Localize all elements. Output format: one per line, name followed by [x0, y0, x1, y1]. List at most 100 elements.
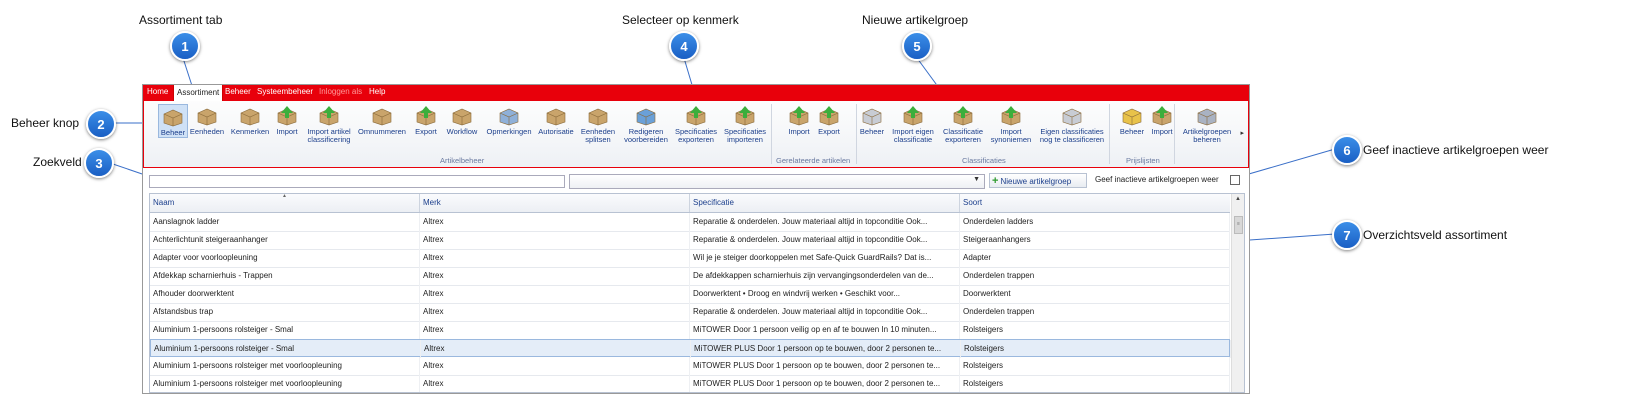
table-cell-merk: Altrex: [420, 249, 690, 267]
ribbon-button-import-eigen-classificatie[interactable]: Import eigen classificatie: [890, 104, 936, 144]
ribbon-button-import-synoniemen[interactable]: Import synoniemen: [989, 104, 1033, 144]
ribbon-button-redigeren-voorbereiden[interactable]: Redigeren voorbereiden: [622, 104, 670, 144]
column-header-specificatie[interactable]: Specificatie: [690, 194, 960, 212]
ribbon-button-specificaties-exporteren[interactable]: Specificaties exporteren: [673, 104, 719, 144]
table-cell-soort: Onderdelen trappen: [960, 267, 1230, 285]
table-cell-merk: Altrex: [420, 375, 690, 392]
search-input[interactable]: [149, 175, 565, 188]
callout-badge-3: 3: [84, 148, 114, 178]
folder-import-icon: [901, 104, 925, 126]
ribbon-button-label: Artikelgroepen beheren: [1182, 127, 1232, 144]
callout-label-3: Zoekveld: [33, 155, 82, 169]
table-row[interactable]: Afhouder doorwerktent Altrex Doorwerktent …: [150, 285, 1230, 304]
ribbon-button-label: Import eigen classificatie: [892, 127, 934, 144]
table-cell-naam: Afstandsbus trap: [150, 303, 420, 321]
table-cell-specificatie: MiTOWER PLUS Door 1 persoon op te bouwen…: [690, 357, 960, 375]
ribbon-button-label: Omnummeren: [358, 127, 406, 136]
ribbon-button-eigen-classificaties-nog-te-classificeren[interactable]: Eigen classificaties nog te classificere…: [1039, 104, 1105, 144]
scroll-thumb[interactable]: ≡: [1234, 216, 1243, 234]
table-cell-merk: Altrex: [420, 321, 690, 339]
table-cell-specificatie: Wil je je steiger doorkoppelen met Safe-…: [690, 249, 960, 267]
table-row[interactable]: Adapter voor voorloopleuning Altrex Wil je…: [150, 249, 1230, 268]
table-row[interactable]: Afdekkap scharnierhuis - Trappen Altrex De…: [150, 267, 1230, 286]
table-cell-soort: Onderdelen ladders: [960, 213, 1230, 231]
table-row[interactable]: Afstandsbus trap Altrex Reparatie & onderd…: [150, 303, 1230, 322]
new-artikelgroep-button[interactable]: + Nieuwe artikelgroep: [989, 173, 1087, 188]
plus-icon: +: [992, 175, 999, 187]
spec-export-icon: [684, 104, 708, 126]
ribbon-button-classificatie-exporteren[interactable]: Classificatie exporteren: [941, 104, 985, 144]
inactive-groups-checkbox[interactable]: [1230, 175, 1240, 185]
ribbon-button-label: Opmerkingen: [486, 127, 532, 136]
box-tag-icon: [238, 104, 262, 126]
menu-inloggen-als[interactable]: Inloggen als: [319, 87, 362, 96]
sort-ascending-icon: ▲: [282, 193, 287, 199]
callout-badge-7: 7: [1332, 220, 1362, 250]
ribbon-button-label: Import: [1151, 127, 1173, 136]
table-cell-specificatie: MiTOWER Door 1 persoon veilig op en af t…: [690, 321, 960, 339]
ribbon-button-import[interactable]: Import: [274, 104, 300, 136]
ribbon-button-kenmerken[interactable]: Kenmerken: [230, 104, 270, 136]
table-row[interactable]: Aluminium 1-persoons rolsteiger met voor…: [150, 357, 1230, 376]
ribbon-button-workflow[interactable]: Workflow: [444, 104, 480, 136]
menu-help[interactable]: Help: [369, 87, 385, 96]
menu-home[interactable]: Home: [147, 87, 168, 96]
ribbon-button-artikelgroepen-beheren[interactable]: Artikelgroepen beheren: [1180, 104, 1234, 144]
ribbon-button-export[interactable]: Export: [412, 104, 440, 136]
app-window: Home Assortiment Beheer Systeembeheer In…: [142, 84, 1250, 394]
ribbon-button-label: Redigeren voorbereiden: [624, 127, 668, 144]
ribbon-button-label: Specificaties exporteren: [674, 127, 718, 144]
callout-badge-5: 5: [902, 31, 932, 61]
ribbon-button-beheer[interactable]: Beheer: [1119, 104, 1145, 136]
tab-assortiment[interactable]: Assortiment: [173, 85, 224, 101]
table-row[interactable]: Aluminium 1-persoons rolsteiger - Smal Al…: [150, 339, 1231, 358]
table-row[interactable]: Achterlichtunit steigeraanhanger Altrex Re…: [150, 231, 1230, 250]
assortiment-grid: Naam ▲ Merk Specificatie Soort Aanslagno…: [149, 193, 1245, 393]
callout-label-7: Overzichtsveld assortiment: [1363, 228, 1508, 242]
scroll-up-icon[interactable]: ▲: [1235, 196, 1241, 202]
table-cell-specificatie: De afdekkappen scharnierhuis zijn vervan…: [690, 267, 960, 285]
ribbon-button-label: Autorisatie: [538, 127, 574, 136]
ribbon-button-label: Beheer: [160, 128, 186, 137]
ribbon-scroll-right-icon[interactable]: ▸: [1240, 129, 1244, 137]
column-header-merk[interactable]: Merk: [420, 194, 690, 212]
boxes-split-icon: [586, 104, 610, 126]
table-cell-naam: Aluminium 1-persoons rolsteiger met voor…: [150, 375, 420, 392]
folder-icon: [860, 104, 884, 126]
column-header-soort[interactable]: Soort: [960, 194, 1230, 212]
ribbon-button-label: Eigen classificaties nog te classificere…: [1039, 127, 1105, 144]
table-row[interactable]: Aluminium 1-persoons rolsteiger met voor…: [150, 375, 1230, 392]
ribbon-button-opmerkingen[interactable]: Opmerkingen: [484, 104, 534, 136]
table-row[interactable]: Aanslagnok ladder Altrex Reparatie & onder…: [150, 213, 1230, 232]
vertical-scrollbar[interactable]: ▲ ≡: [1231, 194, 1244, 392]
ribbon-button-label: Kenmerken: [230, 127, 270, 136]
ribbon-button-autorisatie[interactable]: Autorisatie: [537, 104, 575, 136]
ribbon-button-label: Eenheden splitsen: [580, 127, 616, 144]
table-cell-naam: Aanslagnok ladder: [150, 213, 420, 231]
ribbon-button-label: Specificaties importeren: [723, 127, 767, 144]
ribbon-button-label: Export: [415, 127, 437, 136]
kenmerk-select[interactable]: ▼: [569, 174, 985, 189]
ribbon-button-import-artikel-classificering[interactable]: Import artikel classificering: [304, 104, 354, 144]
ribbon-button-import[interactable]: Import: [1149, 104, 1175, 136]
menu-beheer[interactable]: Beheer: [225, 87, 251, 96]
table-cell-merk: Altrex: [420, 267, 690, 285]
table-cell-soort: Doorwerktent: [960, 285, 1230, 303]
ribbon-button-eenheden-splitsen[interactable]: Eenheden splitsen: [580, 104, 616, 144]
group-label-prijslijsten: Prijslijsten: [1126, 156, 1160, 165]
callout-badge-2: 2: [86, 109, 116, 139]
ribbon-button-label: Eenheden: [189, 127, 225, 136]
ribbon-button-eenheden[interactable]: Eenheden: [188, 104, 226, 136]
ribbon-button-export[interactable]: Export: [816, 104, 842, 136]
table-cell-naam: Afhouder doorwerktent: [150, 285, 420, 303]
table-cell-naam: Aluminium 1-persoons rolsteiger met voor…: [150, 357, 420, 375]
table-row[interactable]: Aluminium 1-persoons rolsteiger - Smal Al…: [150, 321, 1230, 340]
ribbon-button-specificaties-importeren[interactable]: Specificaties importeren: [722, 104, 768, 144]
callout-label-5: Nieuwe artikelgroep: [862, 13, 969, 27]
table-cell-soort: Rolsteigers: [961, 340, 1231, 358]
ribbon-button-omnummeren[interactable]: Omnummeren: [357, 104, 407, 136]
ribbon-button-beheer[interactable]: Beheer: [158, 104, 188, 138]
menu-systeembeheer[interactable]: Systeembeheer: [257, 87, 313, 96]
ribbon-button-import[interactable]: Import: [786, 104, 812, 136]
ribbon-button-beheer[interactable]: Beheer: [858, 104, 886, 136]
